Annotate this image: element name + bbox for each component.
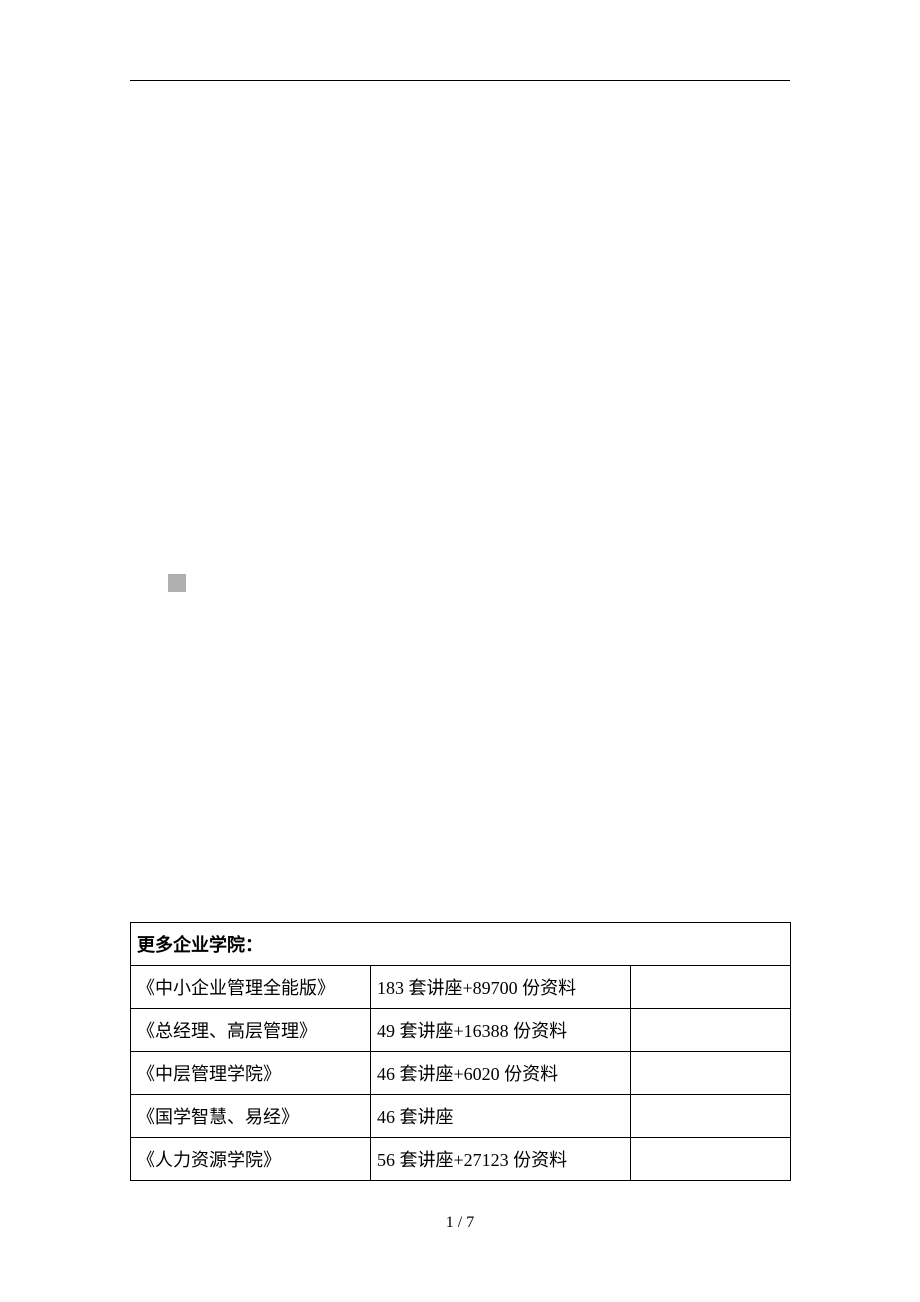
course-name-cell: 《国学智慧、易经》 [131, 1095, 371, 1138]
course-extra-cell [631, 1009, 791, 1052]
course-detail-cell: 46 套讲座 [371, 1095, 631, 1138]
square-bullet-icon [168, 574, 186, 592]
table-row: 《中小企业管理全能版》 183 套讲座+89700 份资料 [131, 966, 791, 1009]
table-row: 《人力资源学院》 56 套讲座+27123 份资料 [131, 1138, 791, 1181]
course-detail-cell: 56 套讲座+27123 份资料 [371, 1138, 631, 1181]
course-extra-cell [631, 1138, 791, 1181]
course-name-cell: 《人力资源学院》 [131, 1138, 371, 1181]
courses-table-wrap: 更多企业学院： 《中小企业管理全能版》 183 套讲座+89700 份资料 《总… [130, 922, 790, 1181]
table-header-cell: 更多企业学院： [131, 923, 791, 966]
page-number: 1 / 7 [0, 1214, 920, 1232]
course-name-cell: 《总经理、高层管理》 [131, 1009, 371, 1052]
header-rule-line [130, 80, 790, 81]
document-page: 更多企业学院： 《中小企业管理全能版》 183 套讲座+89700 份资料 《总… [0, 0, 920, 1302]
course-name-cell: 《中层管理学院》 [131, 1052, 371, 1095]
course-name-cell: 《中小企业管理全能版》 [131, 966, 371, 1009]
course-detail-cell: 183 套讲座+89700 份资料 [371, 966, 631, 1009]
course-extra-cell [631, 966, 791, 1009]
course-extra-cell [631, 1052, 791, 1095]
course-extra-cell [631, 1095, 791, 1138]
course-detail-cell: 49 套讲座+16388 份资料 [371, 1009, 631, 1052]
table-row: 《中层管理学院》 46 套讲座+6020 份资料 [131, 1052, 791, 1095]
course-detail-cell: 46 套讲座+6020 份资料 [371, 1052, 631, 1095]
table-row: 《总经理、高层管理》 49 套讲座+16388 份资料 [131, 1009, 791, 1052]
table-header-row: 更多企业学院： [131, 923, 791, 966]
table-row: 《国学智慧、易经》 46 套讲座 [131, 1095, 791, 1138]
courses-table: 更多企业学院： 《中小企业管理全能版》 183 套讲座+89700 份资料 《总… [130, 922, 791, 1181]
